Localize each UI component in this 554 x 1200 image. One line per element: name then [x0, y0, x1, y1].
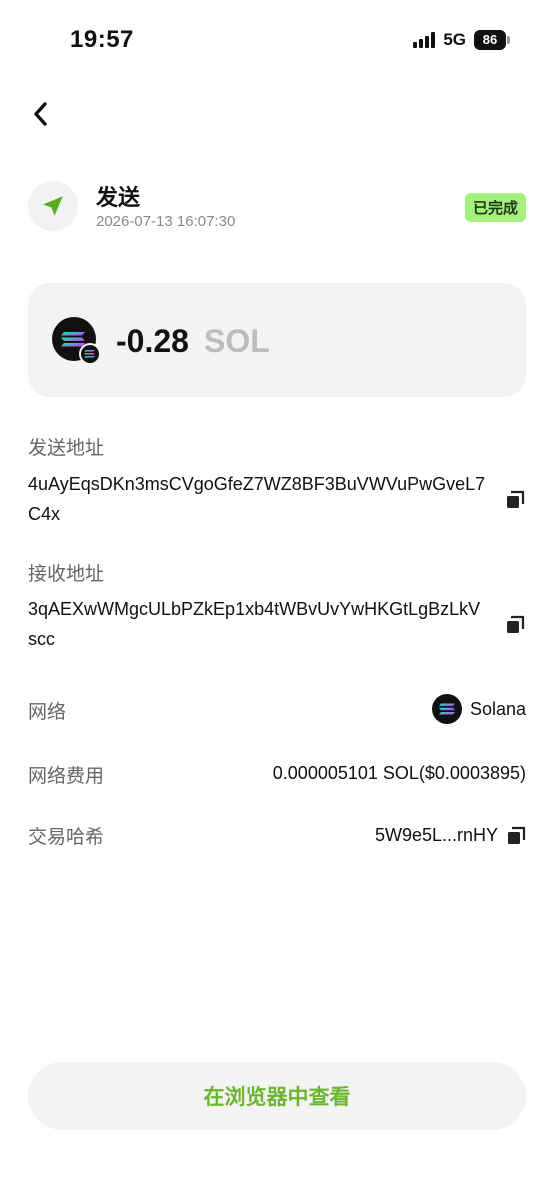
transaction-datetime: 2026-07-13 16:07:30	[96, 213, 236, 230]
hash-value: 5W9e5L...rnHY	[374, 825, 498, 845]
fee-amount: 0.000005101 SOL($0.0003895)	[272, 763, 526, 783]
receiver-address: 3qAEXwWMgcULbPZkEp1xb4tWBvUvYwHKGtLgBzLk…	[28, 599, 481, 649]
solana-icon	[431, 694, 462, 724]
network-value-row: Solana	[431, 694, 526, 724]
copy-icon[interactable]	[505, 615, 525, 635]
status-bar: 19:57 5G 86	[0, 0, 554, 84]
sender-address: 4uAyEqsDKn3msCVgoGfeZ7WZ8BF3BuVWVuPwGveL…	[28, 474, 486, 524]
battery-level: 86	[474, 30, 506, 50]
copy-icon[interactable]	[506, 826, 526, 846]
amount-unit: SOL	[204, 323, 270, 359]
network-type: 5G	[443, 30, 466, 49]
battery-icon: 86	[474, 30, 510, 50]
send-arrow-icon	[43, 196, 63, 216]
chevron-left-icon	[34, 102, 47, 126]
amount-card: -0.28 SOL	[28, 283, 526, 397]
sender-label: 发送地址	[28, 438, 105, 459]
signal-icon	[413, 32, 436, 48]
copy-icon[interactable]	[505, 490, 525, 510]
send-icon-wrap	[28, 181, 78, 231]
status-time: 19:57	[70, 26, 134, 53]
amount-value: -0.28	[116, 323, 189, 359]
network-value: Solana	[469, 698, 526, 719]
hash-label: 交易哈希	[28, 827, 105, 848]
fee-value: 0.000005101 SOL($0.0003895)	[273, 763, 526, 784]
view-in-explorer-button[interactable]: 在浏览器中查看	[28, 1062, 526, 1130]
receiver-label: 接收地址	[28, 564, 105, 585]
solana-token-icon	[52, 317, 100, 365]
fee-label: 网络费用	[28, 766, 105, 787]
network-label: 网络	[28, 702, 67, 723]
hash-value-row: 5W9e5L...rnHY	[375, 825, 526, 846]
back-button[interactable]	[26, 98, 54, 130]
status-badge: 已完成	[464, 193, 526, 222]
status-indicators: 5G 86	[413, 30, 510, 50]
transaction-type: 发送	[96, 185, 141, 210]
